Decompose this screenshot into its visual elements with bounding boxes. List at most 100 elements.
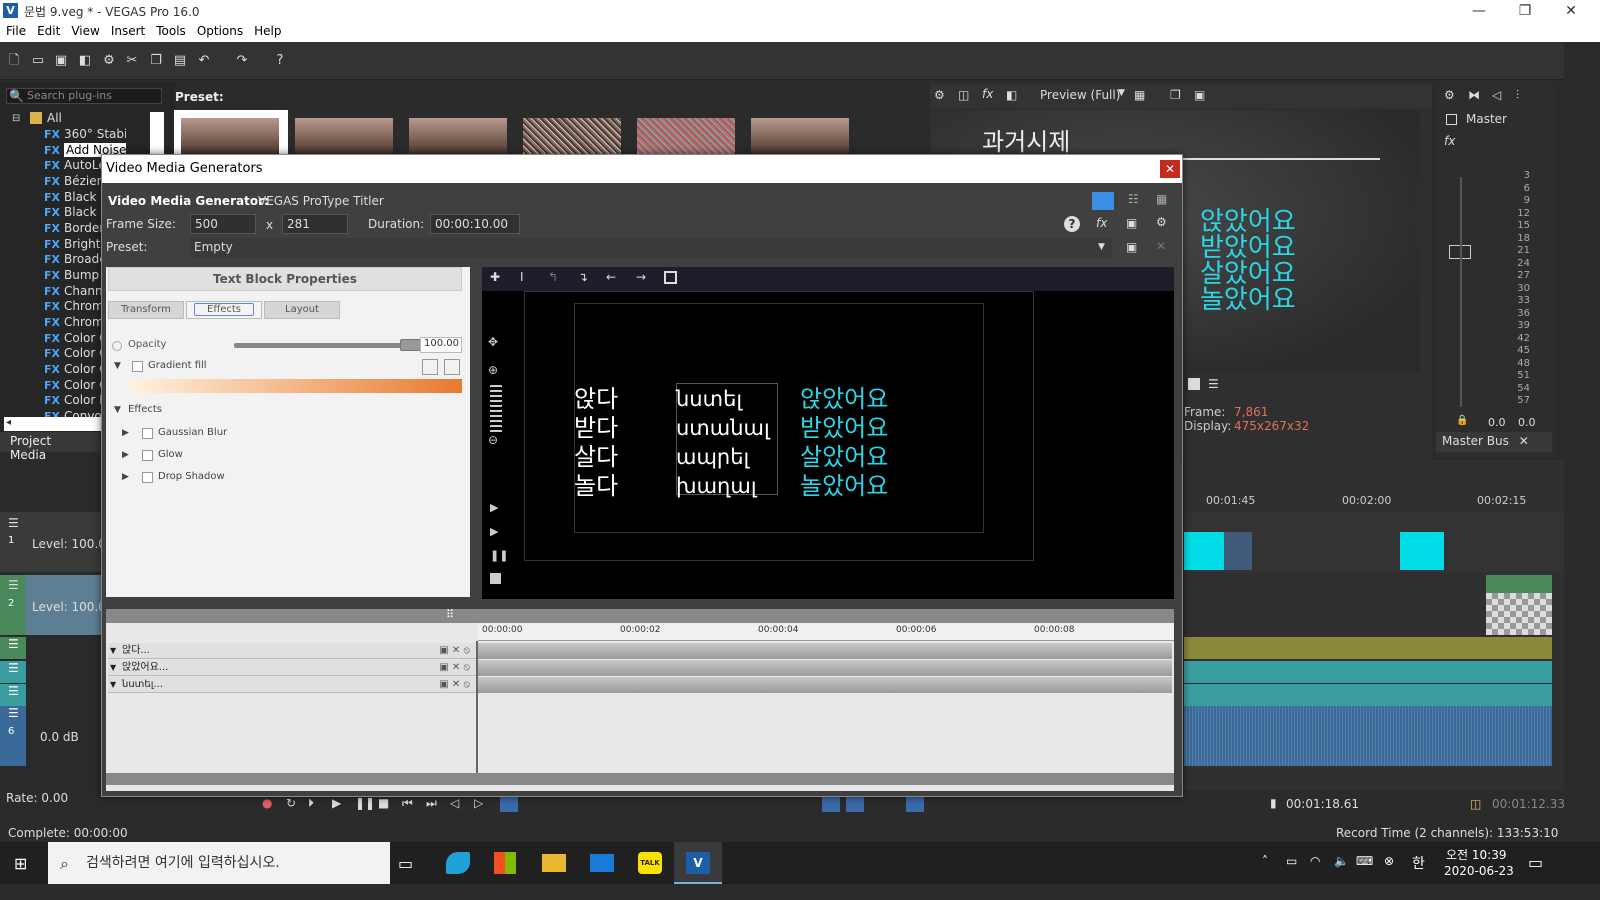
opacity-value-input[interactable]: 100.00 <box>420 337 462 353</box>
preset-thumbnail[interactable] <box>409 118 507 156</box>
preview-device-icon[interactable]: ◫ <box>958 88 969 102</box>
video-fx-icon[interactable]: fx <box>982 87 993 101</box>
tray-chevron-icon[interactable]: ˄ <box>1262 854 1268 868</box>
mixer-icon[interactable]: ⫶ <box>1516 88 1519 103</box>
arrow-left-icon[interactable]: ← <box>606 270 616 284</box>
add-text-icon[interactable]: ✚ <box>490 270 500 284</box>
whats-this-help-icon[interactable]: ? <box>272 53 288 69</box>
chevron-down-icon[interactable]: ▼ <box>1118 88 1125 98</box>
audio-waveform-lane[interactable] <box>1184 706 1552 766</box>
preset-dropdown[interactable]: Empty <box>190 238 1112 258</box>
plugin-search-input[interactable]: Search plug-ins <box>6 88 162 104</box>
task-view-icon[interactable]: ▭ <box>398 854 413 873</box>
downmix-icon[interactable]: ⧓ <box>1468 88 1480 102</box>
save-snapshot-icon[interactable]: ▣ <box>1194 88 1205 102</box>
canvas-text[interactable]: 놀다 <box>574 472 618 501</box>
canvas-text[interactable]: 앉다 <box>574 385 618 414</box>
render-icon[interactable]: ◧ <box>77 53 93 69</box>
notification-x-icon[interactable]: ⊗ <box>1384 854 1394 868</box>
play-icon[interactable]: ▶ <box>332 796 341 810</box>
next-frame-icon[interactable]: ▷ <box>474 796 483 810</box>
plugin-tree-root[interactable]: All <box>47 111 62 125</box>
canvas-text[interactable]: 놀았어요 <box>800 472 888 501</box>
menu-edit[interactable]: Edit <box>31 22 65 38</box>
dialog-close-button[interactable]: ✕ <box>1160 160 1180 178</box>
timeline-row[interactable]: ▼ 앉다... ▣ ✕ ⦸ <box>108 643 476 659</box>
minimize-button[interactable]: — <box>1456 0 1502 22</box>
video-clip[interactable] <box>1184 532 1224 570</box>
video-clip[interactable] <box>1400 532 1444 570</box>
gradient-fill-bar[interactable] <box>130 379 462 393</box>
action-center-icon[interactable]: ▭ <box>1528 853 1543 872</box>
preview-menu-icon[interactable]: ☰ <box>1208 377 1219 391</box>
keyboard-icon[interactable]: ⌨ <box>1356 854 1373 868</box>
play-from-start-icon[interactable]: ⏵ <box>308 796 314 811</box>
zoom-out-icon[interactable]: ⊖ <box>488 433 498 447</box>
preset-thumbnail[interactable] <box>295 118 393 156</box>
save-icon[interactable]: ▣ <box>53 53 69 69</box>
timeline-splitter[interactable] <box>106 609 1174 623</box>
canvas-text[interactable]: նստել <box>676 385 742 414</box>
expand-arrow-icon[interactable]: ▶ <box>122 428 129 438</box>
menu-help[interactable]: Help <box>248 22 286 38</box>
pause-icon[interactable]: ❚❚ <box>490 549 508 562</box>
zoom-in-icon[interactable]: ⊕ <box>488 363 498 377</box>
preview-quality-dropdown[interactable]: Preview (Full) <box>1040 88 1120 102</box>
timeline-strip[interactable] <box>478 677 1172 693</box>
pause-icon[interactable]: ❚❚ <box>355 796 375 810</box>
settings-gear-icon[interactable]: ⚙ <box>101 53 117 69</box>
opacity-slider-track[interactable] <box>234 343 418 348</box>
expand-arrow-icon[interactable]: ▶ <box>122 472 129 482</box>
tab-effects[interactable]: Effects <box>186 301 262 319</box>
help-icon[interactable]: ? <box>1064 216 1080 232</box>
track-menu-icon[interactable]: ☰ <box>0 661 26 683</box>
media-icon[interactable]: ▣ <box>1126 216 1137 230</box>
prev-frame-icon[interactable]: ◁ <box>450 796 459 810</box>
menu-insert[interactable]: Insert <box>105 22 150 38</box>
menu-view[interactable]: View <box>65 22 104 38</box>
redo-icon[interactable]: ↷ <box>234 53 250 69</box>
timeline-row[interactable]: ▼ նստել... ▣ ✕ ⦸ <box>108 677 476 693</box>
teal-track-lane[interactable] <box>1184 684 1552 706</box>
ime-indicator[interactable]: 한 <box>1412 853 1425 873</box>
arrow-right-icon[interactable]: → <box>636 270 646 284</box>
tab-master-bus[interactable]: Master Bus ✕ <box>1436 432 1552 452</box>
fx-icon[interactable]: fx <box>1096 216 1107 230</box>
save-preset-icon[interactable]: ▣ <box>1126 240 1137 254</box>
chevron-down-icon[interactable]: ▼ <box>1098 242 1105 252</box>
track-menu-icon[interactable]: ☰ <box>0 684 26 706</box>
taskbar-search-input[interactable]: 검색하려면 여기에 입력하십시오. <box>48 842 390 884</box>
volume-icon[interactable]: 🔈 <box>1334 854 1349 868</box>
maximize-button[interactable]: ❐ <box>1502 0 1548 22</box>
keyframe-icon[interactable] <box>422 359 438 375</box>
view-mode-icon[interactable] <box>1092 192 1114 210</box>
gradient-fill-checkbox[interactable] <box>132 361 143 372</box>
track-menu-icon[interactable]: ☰ <box>8 516 19 530</box>
titler-canvas[interactable]: ✚ I ↰ ↴ ← → ✥ ⊕ ⊖ ▶ ▶ ❚❚ 앉다 받다 살다 놀다 նստ… <box>482 267 1174 599</box>
copy-snapshot-icon[interactable]: ❐ <box>1170 88 1181 102</box>
record-icon[interactable]: ● <box>262 796 272 810</box>
loop-icon[interactable]: ↻ <box>286 796 296 810</box>
paste-icon[interactable]: ▤ <box>172 53 188 69</box>
canvas-text[interactable]: 받았어요 <box>800 414 888 443</box>
frame-height-input[interactable]: 281 <box>282 214 348 234</box>
kakaotalk-icon[interactable]: TALK <box>638 852 662 874</box>
frame-width-input[interactable]: 500 <box>190 214 256 234</box>
dialog-settings-gear-icon[interactable]: ⚙ <box>1156 215 1167 229</box>
battery-icon[interactable]: ▭ <box>1286 854 1297 868</box>
move-up-icon[interactable]: ↰ <box>548 270 558 284</box>
canvas-text[interactable]: 받다 <box>574 414 618 443</box>
open-folder-icon[interactable]: ▭ <box>30 53 46 69</box>
duration-input[interactable]: 00:00:10.00 <box>430 214 520 234</box>
canvas-text[interactable]: ստանալ <box>676 414 770 443</box>
preview-toggle-icon[interactable] <box>1188 378 1200 390</box>
plugin-item[interactable]: FX360° Stabilization <box>44 127 126 142</box>
mail-icon[interactable] <box>590 854 614 872</box>
text-cursor-icon[interactable]: I <box>520 270 524 284</box>
wifi-icon[interactable]: ◠ <box>1310 854 1320 868</box>
move-down-icon[interactable]: ↴ <box>578 270 588 284</box>
master-settings-gear-icon[interactable]: ⚙ <box>1444 88 1455 102</box>
tree-collapse-icon[interactable]: ⊟ <box>12 113 20 124</box>
menu-file[interactable]: File <box>0 22 31 38</box>
lock-icon[interactable]: 🔒 <box>1456 415 1468 426</box>
